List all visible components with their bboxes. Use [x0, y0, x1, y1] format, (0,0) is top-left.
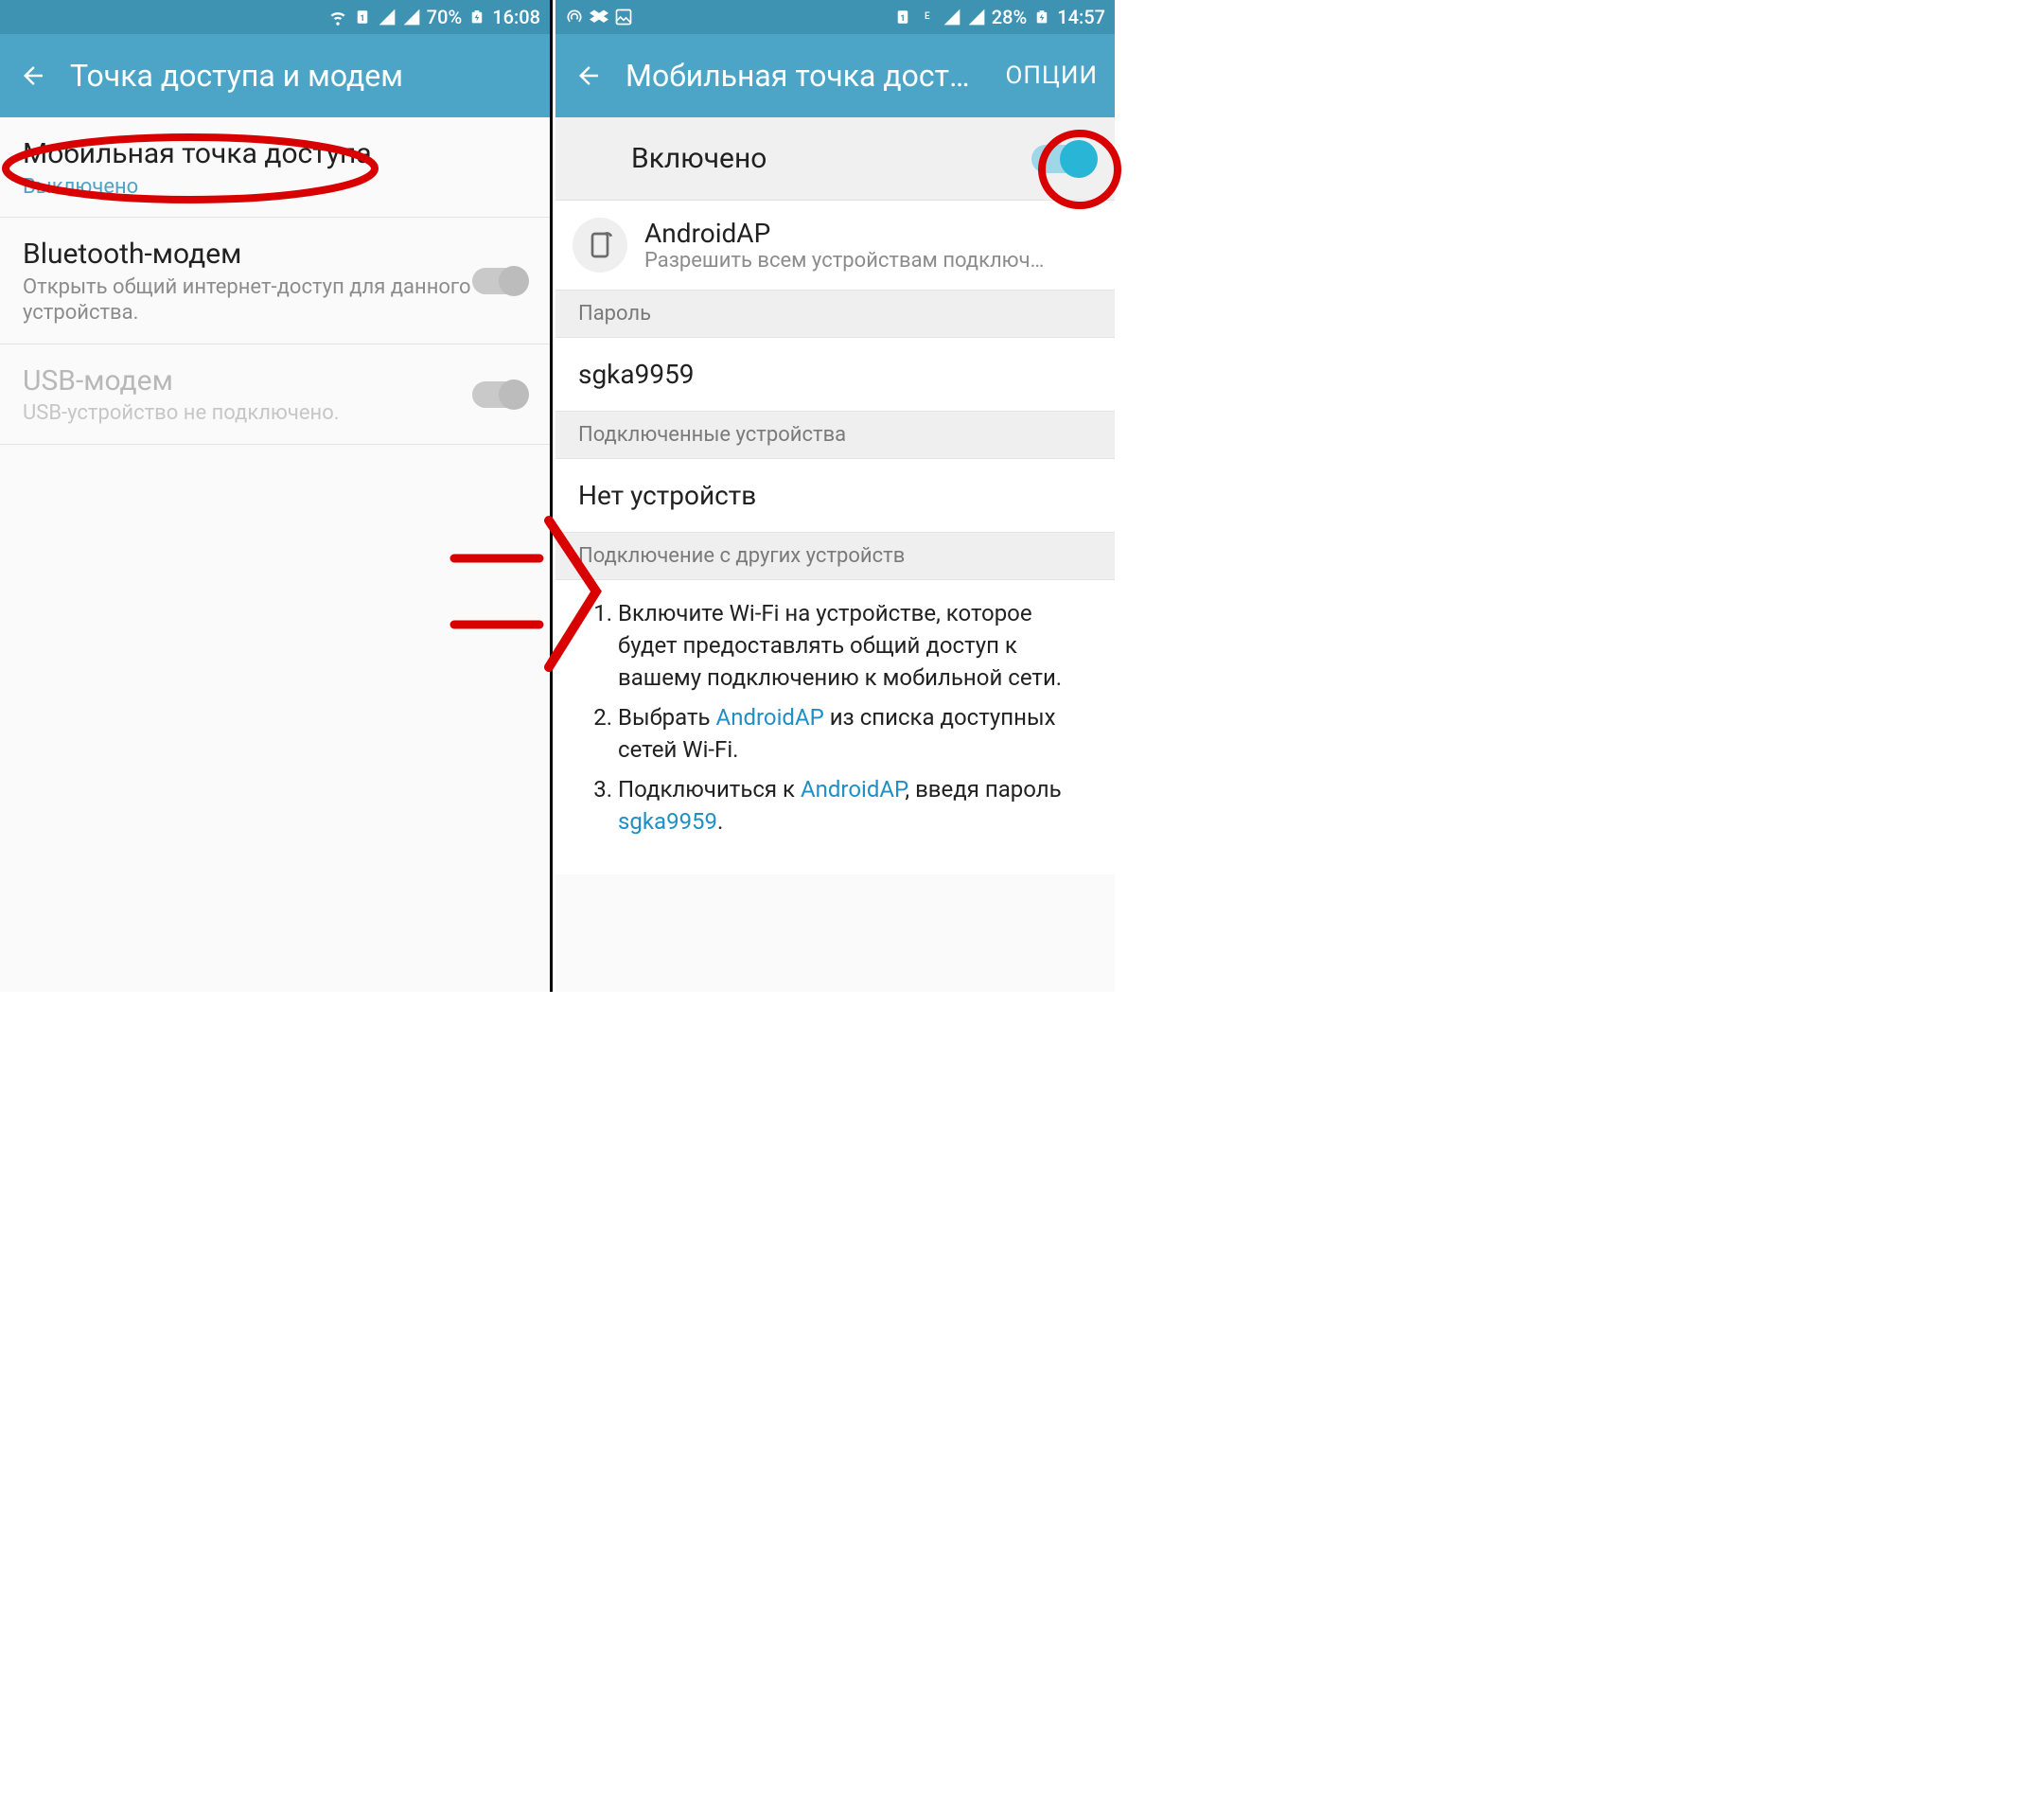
screen-tethering: 1 70% 16:08 Точка доступа и модем Мобиль… — [0, 0, 553, 992]
options-button[interactable]: ОПЦИИ — [1005, 62, 1098, 90]
signal-icon-2 — [402, 8, 421, 26]
section-connected: Подключенные устройства — [555, 412, 1115, 459]
screen-hotspot-detail: 1 E 28% 14:57 Мобильная точка дост… ОПЦИ… — [555, 0, 1115, 992]
hotspot-active-icon — [565, 8, 584, 26]
battery-charging-icon — [1032, 8, 1051, 26]
sim-icon: 1 — [893, 8, 912, 26]
signal-icon-2 — [967, 8, 986, 26]
bluetooth-tether-row[interactable]: Bluetooth-модем Открыть общий интернет-д… — [0, 218, 550, 344]
clock: 14:57 — [1057, 6, 1105, 28]
mobile-hotspot-row[interactable]: Мобильная точка доступа Выключено — [0, 117, 550, 218]
screen-title: Мобильная точка дост… — [626, 58, 984, 94]
signal-icon — [943, 8, 961, 26]
hotspot-ap-sub: Разрешить всем устройствам подключ… — [644, 249, 1092, 273]
usb-tether-toggle — [472, 381, 527, 408]
gallery-icon — [614, 8, 633, 26]
mobile-hotspot-title: Мобильная точка доступа — [23, 136, 527, 172]
sim-icon: 1 — [353, 8, 372, 26]
instruction-step-2: Выбрать AndroidAP из списка доступных се… — [618, 701, 1090, 766]
back-button[interactable] — [17, 60, 49, 92]
section-password: Пароль — [555, 291, 1115, 338]
usb-tether-sub: USB-устройство не подключено. — [23, 400, 472, 427]
bluetooth-tether-sub: Открыть общий интернет-доступ для данног… — [23, 274, 472, 326]
status-bar: 1 70% 16:08 — [0, 0, 550, 34]
network-type-icon: E — [918, 8, 937, 26]
battery-percent: 28% — [992, 6, 1027, 28]
hotspot-password[interactable]: sgka9959 — [555, 338, 1115, 412]
hotspot-master-switch-row[interactable]: Включено — [555, 117, 1115, 201]
instruction-ap-link: AndroidAP — [801, 776, 905, 803]
instruction-step-3: Подключиться к AndroidAP, введя пароль s… — [618, 773, 1090, 838]
hotspot-device-icon — [573, 218, 627, 273]
svg-text:1: 1 — [360, 14, 364, 24]
bluetooth-tether-toggle[interactable] — [472, 268, 527, 294]
app-bar: Точка доступа и модем — [0, 34, 550, 117]
dropbox-icon — [590, 8, 608, 26]
connection-instructions: Включите Wi-Fi на устройстве, которое бу… — [555, 580, 1115, 874]
usb-tether-row: USB-модем USB-устройство не подключено. — [0, 344, 550, 445]
connected-devices: Нет устройств — [555, 459, 1115, 533]
hotspot-master-toggle[interactable] — [1031, 145, 1092, 173]
signal-icon — [378, 8, 396, 26]
settings-list: Мобильная точка доступа Выключено Blueto… — [0, 117, 550, 445]
bluetooth-tether-title: Bluetooth-модем — [23, 237, 472, 273]
wifi-icon — [328, 8, 347, 26]
hotspot-master-label: Включено — [578, 142, 1031, 175]
mobile-hotspot-state: Выключено — [23, 174, 527, 201]
instruction-step-1: Включите Wi-Fi на устройстве, которое бу… — [618, 597, 1090, 694]
clock: 16:08 — [492, 6, 540, 28]
status-bar: 1 E 28% 14:57 — [555, 0, 1115, 34]
app-bar: Мобильная точка дост… ОПЦИИ — [555, 34, 1115, 117]
battery-percent: 70% — [427, 6, 462, 28]
instruction-ap-link: AndroidAP — [716, 704, 824, 731]
section-howto: Подключение с других устройств — [555, 533, 1115, 580]
hotspot-ap-row[interactable]: AndroidAP Разрешить всем устройствам под… — [555, 201, 1115, 291]
instruction-password-link: sgka9959 — [618, 808, 717, 835]
svg-text:1: 1 — [900, 14, 905, 24]
usb-tether-title: USB-модем — [23, 363, 472, 399]
battery-charging-icon — [467, 8, 486, 26]
hotspot-ap-name: AndroidAP — [644, 218, 1092, 249]
screen-title: Точка доступа и модем — [70, 58, 533, 94]
back-button[interactable] — [573, 60, 605, 92]
